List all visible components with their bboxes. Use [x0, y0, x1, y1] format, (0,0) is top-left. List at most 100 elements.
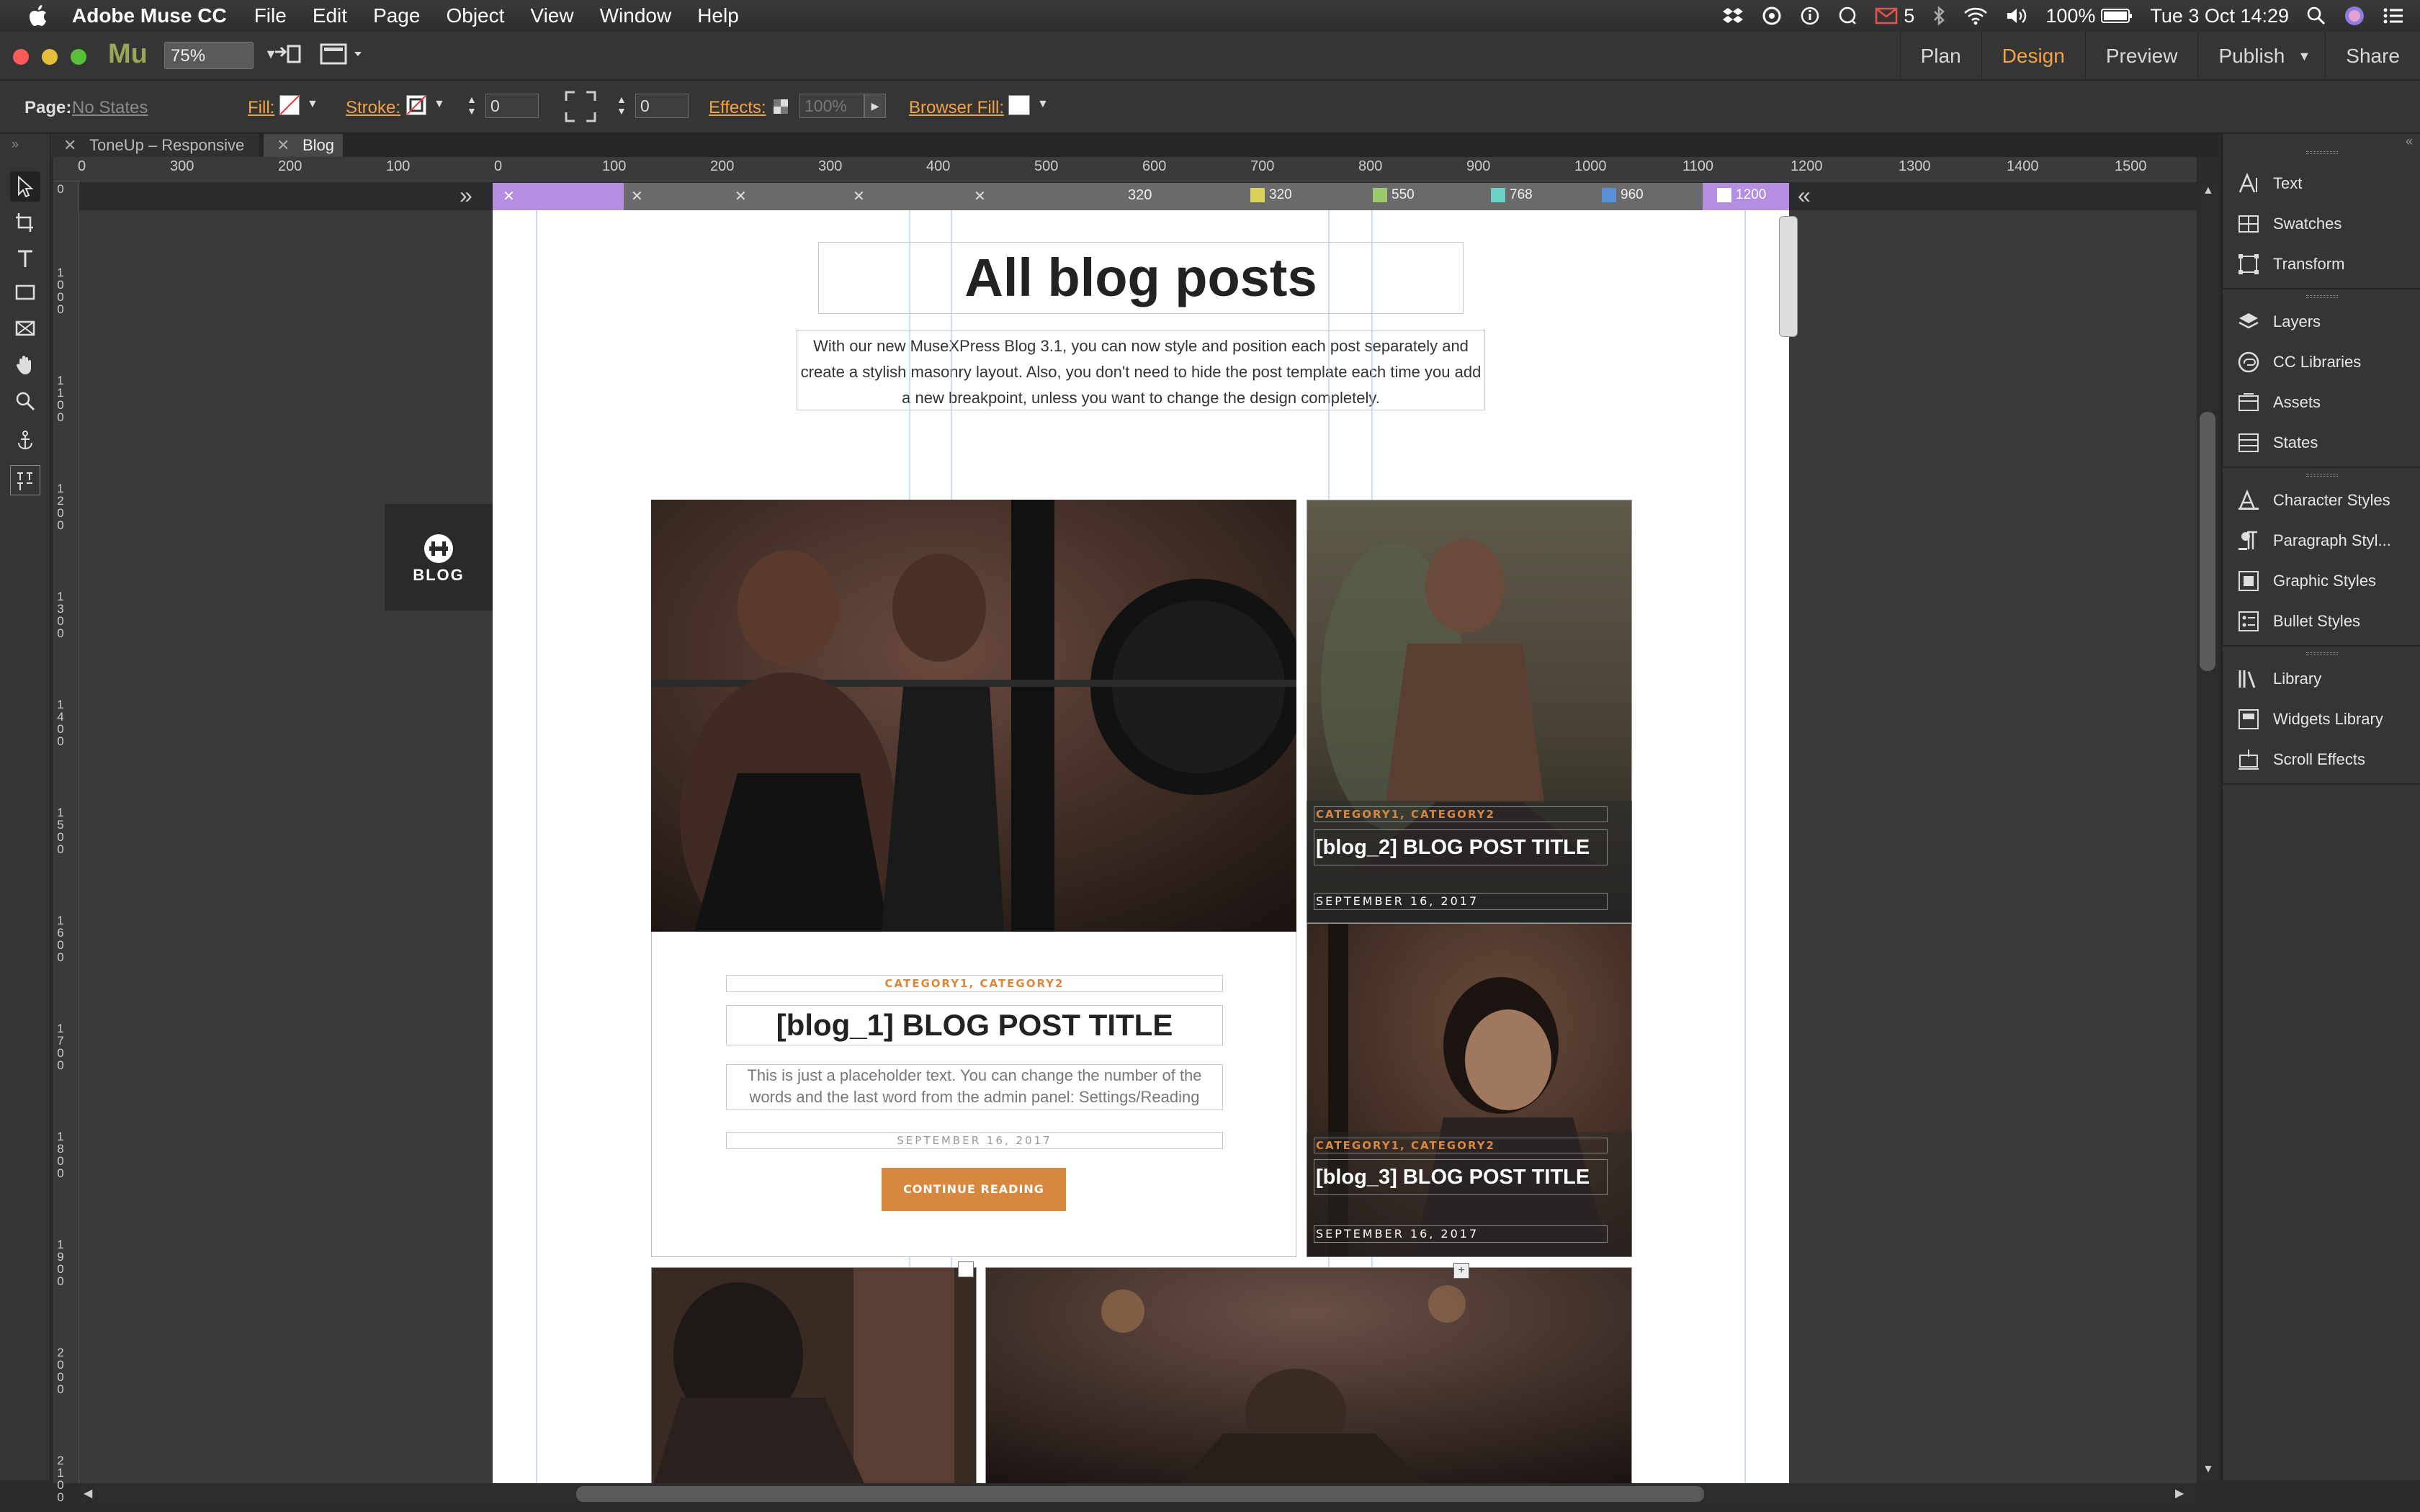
- bluetooth-icon[interactable]: [1932, 6, 1946, 26]
- breakpoint-marker-320[interactable]: 320: [1250, 187, 1292, 203]
- opacity-field[interactable]: 100%: [799, 94, 864, 118]
- panel-bullet-styles[interactable]: Bullet Styles: [2237, 603, 2360, 639]
- panel-grip[interactable]: [2306, 151, 2338, 154]
- mail-indicator[interactable]: 5: [1875, 5, 1914, 27]
- corner-stepper-icon[interactable]: ▲ ▼: [617, 94, 627, 117]
- scroll-up-icon[interactable]: ▲: [2202, 184, 2214, 197]
- panel-swatches[interactable]: Swatches: [2237, 206, 2341, 242]
- post-2-title[interactable]: [blog_2] BLOG POST TITLE: [1314, 829, 1608, 865]
- browser-fill-dropdown-icon[interactable]: ▼: [1037, 98, 1049, 111]
- anchor-tool-icon[interactable]: [10, 425, 40, 455]
- panel-grip[interactable]: [2306, 652, 2338, 655]
- horizontal-ruler[interactable]: 0 300 200 100 0 100 200 300 400 500 600 …: [53, 157, 2197, 181]
- battery-indicator[interactable]: 100%: [2045, 5, 2133, 27]
- horizontal-scrollbar[interactable]: ◀ ▶: [79, 1483, 2197, 1505]
- menu-view[interactable]: View: [530, 4, 573, 27]
- chat-icon[interactable]: [1837, 6, 1857, 26]
- post-image-1[interactable]: [651, 500, 1296, 932]
- browser-fill-swatch[interactable]: [1008, 95, 1030, 115]
- post-2-categories[interactable]: CATEGORY1, CATEGORY2: [1316, 808, 1495, 821]
- place-file-icon[interactable]: [272, 42, 304, 68]
- panel-transform[interactable]: Transform: [2237, 246, 2344, 282]
- user-avatar-icon[interactable]: [2344, 5, 2365, 27]
- crop-tool-icon[interactable]: [10, 207, 40, 238]
- fill-swatch[interactable]: [279, 95, 300, 115]
- panel-text[interactable]: Text: [2237, 166, 2302, 202]
- close-tab-icon[interactable]: ✕: [277, 134, 290, 157]
- add-element-icon[interactable]: +: [1453, 1263, 1469, 1279]
- notification-center-icon[interactable]: [2383, 6, 2404, 25]
- breakpoint-bar[interactable]: ✕ ✕ ✕ ✕ ✕ 320 320 550 768 960 1200: [493, 183, 1789, 210]
- expand-left-icon[interactable]: »: [460, 183, 472, 207]
- menu-page[interactable]: Page: [373, 4, 420, 27]
- hand-tool-icon[interactable]: [10, 350, 40, 380]
- close-tab-icon[interactable]: ✕: [63, 134, 76, 157]
- panel-layers[interactable]: Layers: [2237, 304, 2321, 340]
- spotlight-search-icon[interactable]: [2306, 6, 2326, 26]
- remove-breakpoint-icon[interactable]: ✕: [631, 187, 643, 205]
- vertical-scroll-thumb[interactable]: [2200, 412, 2215, 671]
- remove-breakpoint-icon[interactable]: ✕: [735, 187, 747, 205]
- menu-file[interactable]: File: [254, 4, 287, 27]
- panel-scroll-effects[interactable]: Scroll Effects: [2237, 742, 2365, 778]
- remove-breakpoint-icon[interactable]: ✕: [974, 187, 986, 205]
- horizontal-scroll-thumb[interactable]: [576, 1486, 1704, 1502]
- mode-share[interactable]: Share: [2325, 32, 2420, 81]
- panel-character-styles[interactable]: Character Styles: [2237, 482, 2390, 518]
- menu-edit[interactable]: Edit: [313, 4, 347, 27]
- selection-tool-icon[interactable]: [10, 171, 40, 202]
- post-1-title[interactable]: [blog_1] BLOG POST TITLE: [726, 1005, 1223, 1045]
- panel-grip[interactable]: [2306, 474, 2338, 477]
- mode-plan[interactable]: Plan: [1899, 32, 1981, 81]
- creative-cloud-icon[interactable]: [1761, 6, 1783, 25]
- app-menu[interactable]: Adobe Muse CC: [72, 4, 227, 27]
- breakpoint-marker-768[interactable]: 768: [1491, 187, 1533, 203]
- opacity-arrow-icon[interactable]: ▶: [864, 94, 886, 118]
- stroke-dropdown-icon[interactable]: ▼: [434, 98, 445, 111]
- mode-design[interactable]: Design: [1981, 32, 2085, 81]
- resize-handle[interactable]: [958, 1261, 974, 1277]
- maximize-window-button[interactable]: [71, 49, 86, 65]
- dropbox-icon[interactable]: [1722, 6, 1744, 25]
- info-icon[interactable]: [1800, 6, 1820, 26]
- stroke-label[interactable]: Stroke:: [346, 98, 400, 118]
- panel-assets[interactable]: Assets: [2237, 384, 2321, 420]
- scroll-right-icon[interactable]: ▶: [2175, 1486, 2184, 1500]
- vertical-scrollbar[interactable]: ▲ ▼: [2197, 183, 2218, 1483]
- panel-graphic-styles[interactable]: Graphic Styles: [2237, 563, 2376, 599]
- publish-dropdown-icon[interactable]: ▼: [2298, 32, 2311, 81]
- post-1-excerpt[interactable]: This is just a placeholder text. You can…: [726, 1064, 1223, 1110]
- apple-icon[interactable]: [29, 5, 48, 27]
- continue-reading-button[interactable]: CONTINUE READING: [882, 1168, 1066, 1211]
- vertical-ruler[interactable]: 0 1000 1100 1200 1300 1400 1500 1600 170…: [53, 181, 79, 1503]
- panel-cc-libraries[interactable]: CC Libraries: [2237, 344, 2361, 380]
- stroke-width-field[interactable]: 0: [485, 94, 539, 118]
- fill-label[interactable]: Fill:: [248, 98, 274, 118]
- scroll-left-icon[interactable]: ◀: [84, 1486, 92, 1500]
- breakpoint-marker-1200[interactable]: 1200: [1717, 187, 1766, 203]
- collapse-tools-icon[interactable]: »: [12, 137, 19, 152]
- corner-radius-field[interactable]: 0: [635, 94, 689, 118]
- post-3-title[interactable]: [blog_3] BLOG POST TITLE: [1314, 1159, 1608, 1195]
- clock[interactable]: Tue 3 Oct 14:29: [2150, 5, 2289, 27]
- tab-blog[interactable]: ✕ Blog: [264, 134, 343, 157]
- breakpoint-marker-960[interactable]: 960: [1602, 187, 1644, 203]
- stroke-swatch[interactable]: [406, 95, 426, 115]
- intro-paragraph[interactable]: With our new MuseXPress Blog 3.1, you ca…: [797, 330, 1485, 410]
- zoom-select[interactable]: 75% ▼: [164, 42, 277, 69]
- rectangle-tool-icon[interactable]: [10, 278, 40, 308]
- stroke-stepper-icon[interactable]: ▲ ▼: [467, 94, 477, 117]
- collapse-panels-icon[interactable]: «: [2406, 134, 2413, 149]
- post-2-categories-frame[interactable]: CATEGORY1, CATEGORY2: [1314, 806, 1608, 822]
- blog-widget-badge[interactable]: BLOG: [385, 504, 493, 611]
- mode-publish[interactable]: Publish ▼: [2197, 32, 2325, 81]
- effects-icon[interactable]: [772, 98, 789, 115]
- page-height-handle[interactable]: [1779, 216, 1798, 337]
- close-window-button[interactable]: [13, 49, 29, 65]
- panel-states[interactable]: States: [2237, 425, 2318, 461]
- menu-window[interactable]: Window: [600, 4, 672, 27]
- page-states-link[interactable]: No States: [72, 98, 148, 118]
- page-layout-icon[interactable]: [320, 43, 364, 66]
- scroll-down-icon[interactable]: ▼: [2202, 1463, 2214, 1476]
- panel-library[interactable]: Library: [2237, 661, 2321, 697]
